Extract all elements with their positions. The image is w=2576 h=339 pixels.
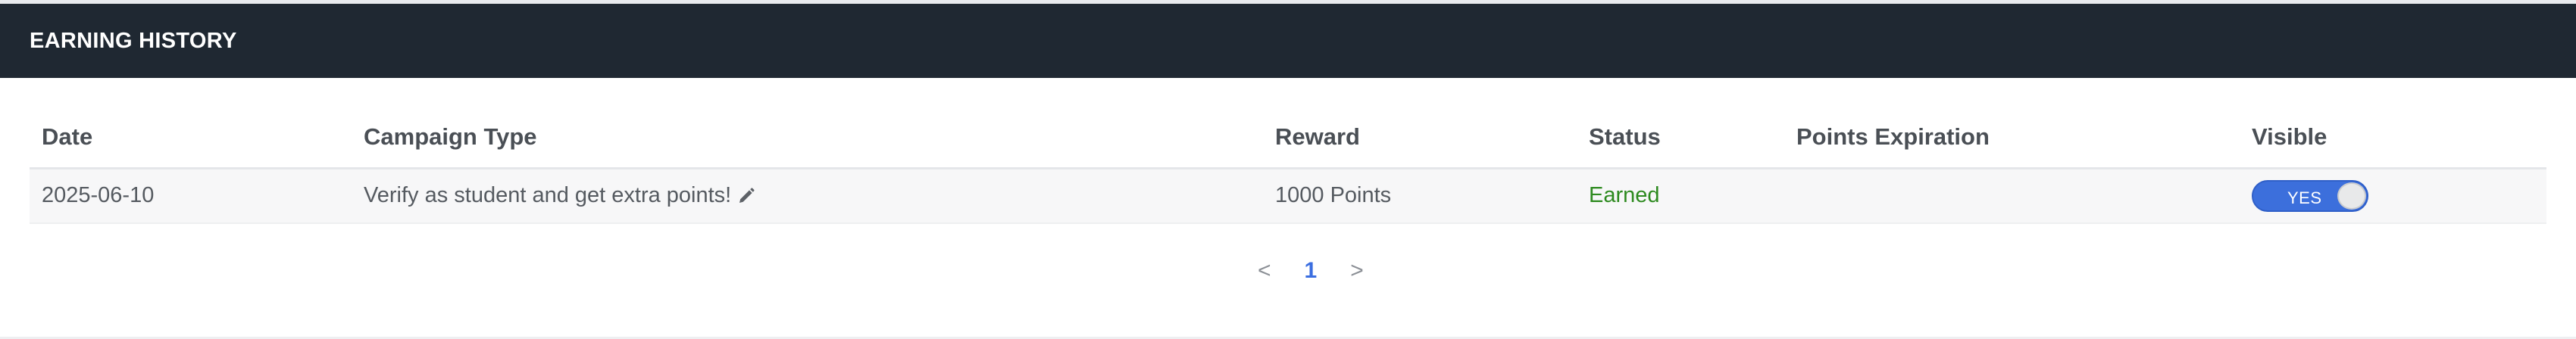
column-header-visible: Visible [2252, 123, 2327, 150]
next-page-button[interactable]: > [1350, 258, 1364, 284]
visible-toggle[interactable]: YES [2252, 180, 2368, 212]
earning-history-panel: EARNING HISTORY Date Campaign Type Rewar… [0, 4, 2576, 339]
column-header-date: Date [42, 123, 93, 150]
toggle-knob [2337, 182, 2366, 210]
page-1-button[interactable]: 1 [1305, 258, 1318, 284]
column-header-status: Status [1589, 123, 1661, 150]
column-header-campaign-type: Campaign Type [364, 123, 537, 150]
table-header: Date Campaign Type Reward Status Points … [30, 110, 2546, 170]
earning-history-table: Date Campaign Type Reward Status Points … [30, 110, 2546, 224]
panel-header: EARNING HISTORY [0, 4, 2576, 78]
cell-status: Earned [1589, 183, 1660, 207]
cell-date: 2025-06-10 [42, 183, 155, 207]
prev-page-button[interactable]: < [1258, 258, 1271, 284]
table-row: 2025-06-10 Verify as student and get ext… [30, 170, 2546, 224]
pagination: < 1 > [1258, 258, 1364, 284]
campaign-type-text: Verify as student and get extra points! [364, 183, 732, 207]
cell-campaign-type: Verify as student and get extra points! [364, 183, 755, 208]
pencil-icon[interactable] [737, 187, 755, 205]
column-header-reward: Reward [1275, 123, 1360, 150]
visible-toggle-label: YES [2287, 188, 2322, 207]
cell-reward: 1000 Points [1275, 183, 1392, 207]
column-header-points-expiration: Points Expiration [1796, 123, 1990, 150]
panel-title: EARNING HISTORY [30, 28, 237, 53]
